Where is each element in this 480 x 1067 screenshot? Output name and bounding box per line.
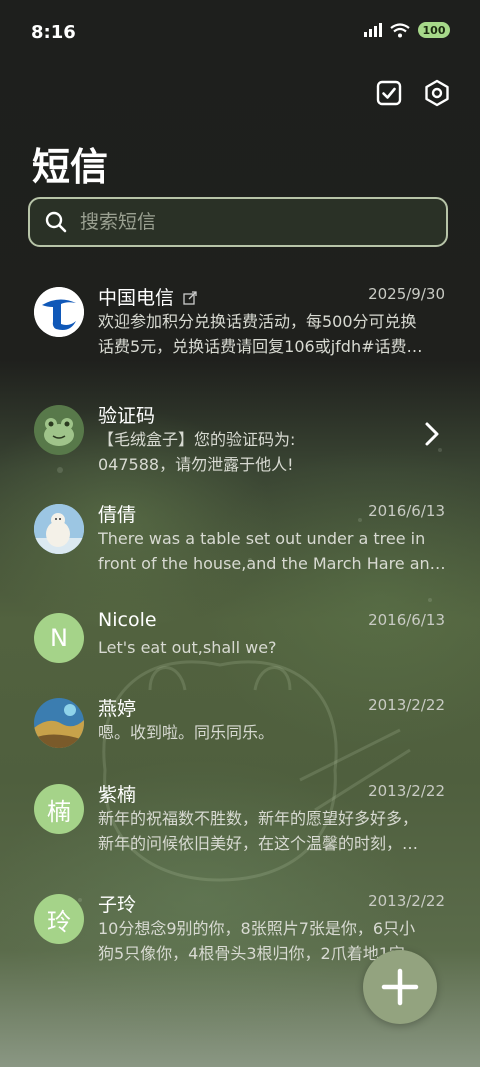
battery-indicator: 100	[418, 22, 450, 38]
message-date: 2013/2/22	[368, 782, 445, 800]
contact-name: 中国电信	[98, 283, 197, 310]
contact-name: Nicole	[98, 609, 157, 631]
signal-icon	[364, 23, 382, 37]
polar-bear-avatar-icon	[34, 504, 84, 554]
contact-name: 子玲	[98, 894, 137, 916]
search-input[interactable]	[78, 210, 446, 234]
select-button[interactable]	[374, 78, 404, 108]
wifi-icon	[390, 22, 410, 37]
contact-name: 验证码	[98, 405, 156, 427]
contact-name: 紫楠	[98, 784, 137, 806]
avatar: 楠	[34, 784, 84, 834]
message-date: 2016/6/13	[368, 502, 445, 520]
new-message-button[interactable]	[363, 950, 437, 1024]
settings-button[interactable]	[422, 78, 452, 108]
status-bar: 8:16 100	[0, 0, 480, 66]
avatar: N	[34, 613, 84, 663]
conversation-item[interactable]: 中国电信 2025/9/30 欢迎参加积分兑换话费活动，每500分可兑换 话费5…	[0, 285, 480, 387]
message-date: 2016/6/13	[368, 611, 445, 629]
avatar: 玲	[34, 894, 84, 944]
conversation-item[interactable]: 倩倩 2016/6/13 There was a table set out u…	[0, 502, 480, 604]
page-title: 短信	[32, 145, 109, 189]
search-bar[interactable]	[28, 197, 448, 247]
contact-name: 倩倩	[98, 504, 137, 526]
chevron-right-icon[interactable]	[422, 421, 442, 447]
status-icons: 100	[364, 22, 450, 38]
message-date: 2013/2/22	[368, 696, 445, 714]
contact-name: 燕婷	[98, 698, 137, 720]
search-icon	[45, 211, 67, 233]
message-preview: 嗯。收到啦。同乐同乐。	[98, 723, 275, 742]
conversation-item[interactable]: 楠 紫楠 2013/2/22 新年的祝福数不胜数，新年的愿望好多好多， 新年的问…	[0, 782, 480, 884]
settings-hexagon-icon	[425, 79, 449, 107]
frog-avatar-icon	[34, 405, 84, 455]
avatar	[34, 698, 84, 748]
landscape-avatar-icon	[34, 698, 84, 748]
message-date: 2025/9/30	[368, 285, 445, 303]
message-preview: Let's eat out,shall we?	[98, 638, 277, 657]
message-preview: 欢迎参加积分兑换话费活动，每500分可兑换 话费5元，兑换话费请回复106或jf…	[98, 312, 423, 356]
message-date: 2013/2/22	[368, 892, 445, 910]
toolbar	[374, 78, 452, 108]
plus-icon	[381, 968, 419, 1006]
conversation-item[interactable]: 验证码 【毛绒盒子】您的验证码为: 047588，请勿泄露于他人!	[0, 405, 480, 505]
checkbox-icon	[376, 80, 402, 106]
message-preview: 【毛绒盒子】您的验证码为: 047588，请勿泄露于他人!	[98, 430, 296, 474]
status-time: 8:16	[31, 22, 76, 43]
message-preview: There was a table set out under a tree i…	[98, 529, 446, 573]
china-telecom-logo-icon	[34, 287, 84, 337]
avatar	[34, 504, 84, 554]
avatar	[34, 287, 84, 337]
external-link-icon	[183, 291, 197, 305]
message-preview: 新年的祝福数不胜数，新年的愿望好多好多， 新年的问候依旧美好，在这个温馨的时刻，…	[98, 809, 419, 853]
avatar	[34, 405, 84, 455]
